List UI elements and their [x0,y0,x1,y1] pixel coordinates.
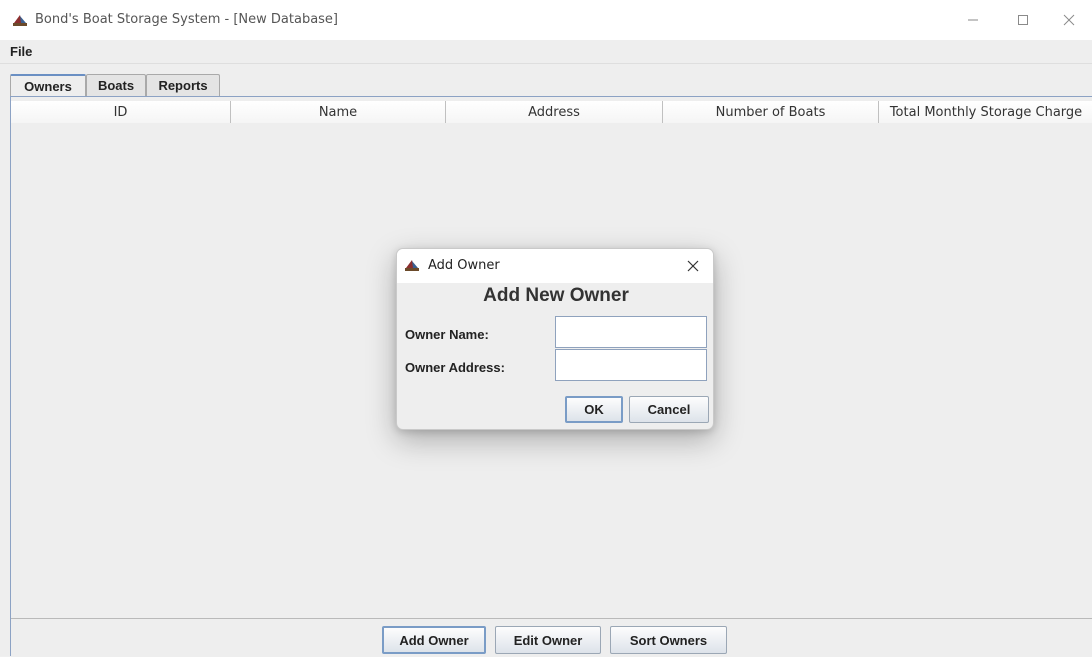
boat-app-icon [405,260,419,271]
window-titlebar[interactable]: Bond's Boat Storage System - [New Databa… [0,0,1092,40]
column-header-number-of-boats[interactable]: Number of Boats [663,101,879,123]
owner-name-label: Owner Name: [405,327,489,342]
edit-owner-button[interactable]: Edit Owner [495,626,601,654]
owners-table-header: ID Name Address Number of Boats Total Mo… [11,101,1092,123]
maximize-icon [1018,15,1028,25]
dialog-title: Add Owner [428,258,500,273]
window-title: Bond's Boat Storage System - [New Databa… [35,12,338,27]
ok-button[interactable]: OK [565,396,623,423]
menu-bar: File [0,40,1092,64]
close-icon [687,260,699,272]
owner-name-input[interactable] [555,316,707,348]
add-owner-dialog: Add Owner Add New Owner Owner Name: Owne… [396,248,714,430]
dialog-close-button[interactable] [681,255,705,277]
cancel-button[interactable]: Cancel [629,396,709,423]
sort-owners-button[interactable]: Sort Owners [610,626,727,654]
dialog-heading: Add New Owner [483,285,629,306]
boat-app-icon [13,15,27,26]
tab-owners[interactable]: Owners [10,74,86,97]
menu-file[interactable]: File [10,44,32,59]
owner-address-label: Owner Address: [405,360,505,375]
column-header-name[interactable]: Name [231,101,446,123]
owners-action-bar: Add Owner Edit Owner Sort Owners [11,618,1092,657]
window-close-button[interactable] [1046,0,1092,40]
owner-address-input[interactable] [555,349,707,381]
close-icon [1063,14,1075,26]
tab-boats[interactable]: Boats [86,74,146,96]
column-header-id[interactable]: ID [11,101,231,123]
minimize-button[interactable] [950,0,996,40]
column-header-total-monthly-storage-charge[interactable]: Total Monthly Storage Charge [879,101,1092,123]
main-window: Bond's Boat Storage System - [New Databa… [0,0,1092,657]
add-owner-button[interactable]: Add Owner [382,626,486,654]
dialog-titlebar[interactable]: Add Owner [397,249,713,283]
minimize-icon [968,19,978,21]
tab-reports[interactable]: Reports [146,74,220,96]
column-header-address[interactable]: Address [446,101,663,123]
maximize-button[interactable] [1000,0,1046,40]
